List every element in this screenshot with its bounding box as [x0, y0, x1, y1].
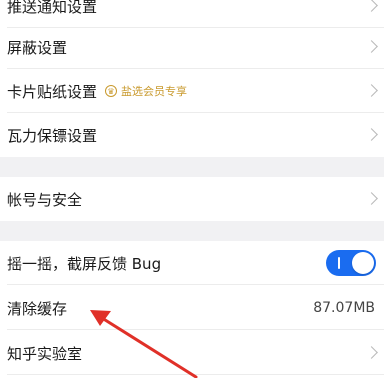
- chevron-right-icon: [365, 346, 378, 359]
- settings-row-label: 清除缓存: [7, 299, 68, 318]
- settings-row-lab[interactable]: 知乎实验室: [0, 331, 384, 375]
- toggle-on-mark: [338, 257, 340, 269]
- section-gap: [0, 157, 384, 177]
- chevron-right-icon: [365, 192, 378, 205]
- settings-row-label: 帐号与安全: [7, 190, 83, 209]
- row-divider: [7, 284, 384, 285]
- toggle-knob: [352, 252, 374, 274]
- settings-row-label: 卡片贴纸设置: [7, 82, 98, 101]
- member-exclusive-badge: ♛ 盐选会员专享: [105, 83, 187, 99]
- settings-row-label: 知乎实验室: [7, 344, 83, 363]
- settings-row-label: 推送通知设置: [7, 0, 98, 16]
- row-divider: [7, 374, 384, 375]
- settings-row-push-notifications[interactable]: 推送通知设置: [0, 0, 384, 28]
- chevron-right-icon: [365, 84, 378, 97]
- settings-row-account-security[interactable]: 帐号与安全: [0, 177, 384, 221]
- chevron-right-icon: [365, 40, 378, 53]
- chevron-right-icon: [365, 128, 378, 141]
- badge-text: 盐选会员专享: [121, 85, 188, 98]
- settings-row-label: 摇一摇，截屏反馈 Bug: [7, 254, 162, 273]
- chevron-right-icon: [365, 0, 378, 12]
- settings-row-wali-guard[interactable]: 瓦力保镖设置: [0, 113, 384, 157]
- shake-feedback-toggle[interactable]: [326, 250, 376, 276]
- section-gap: [0, 221, 384, 241]
- settings-row-card-sticker[interactable]: 卡片贴纸设置 ♛ 盐选会员专享: [0, 69, 384, 113]
- settings-row-label: 瓦力保镖设置: [7, 126, 98, 145]
- cache-size-value: 87.07MB: [313, 300, 375, 316]
- settings-row-block[interactable]: 屏蔽设置: [0, 25, 384, 69]
- settings-screen: 推送通知设置 屏蔽设置 卡片贴纸设置 ♛ 盐选会员专享 瓦力保镖设置 帐号与安全…: [0, 0, 384, 378]
- settings-row-shake-feedback: 摇一摇，截屏反馈 Bug: [0, 241, 384, 285]
- row-divider: [7, 329, 384, 330]
- settings-row-clear-cache[interactable]: 清除缓存 87.07MB: [0, 286, 384, 330]
- crown-icon: ♛: [105, 85, 118, 97]
- settings-row-label: 屏蔽设置: [7, 38, 68, 57]
